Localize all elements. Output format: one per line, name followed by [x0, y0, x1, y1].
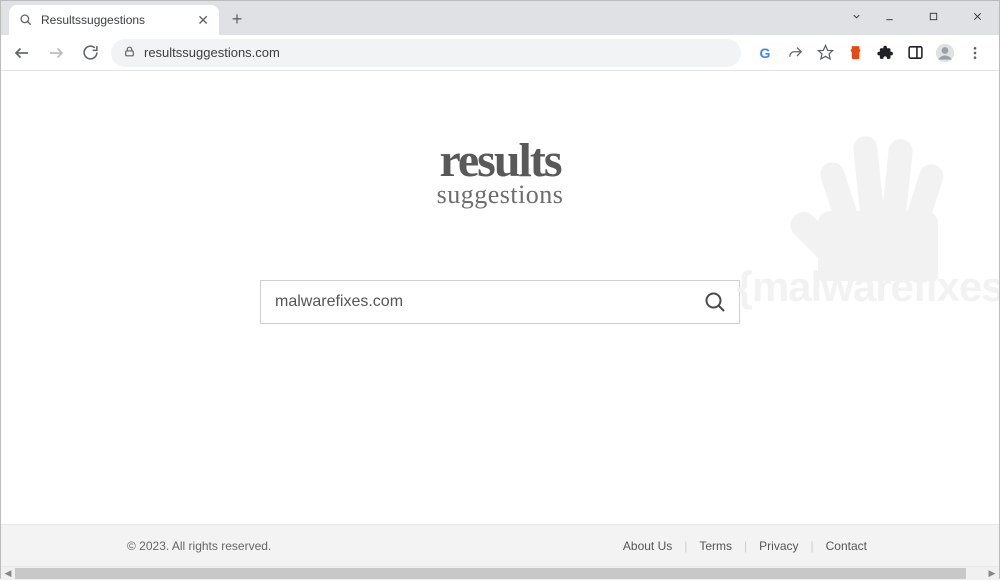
footer-link-privacy[interactable]: Privacy [747, 539, 810, 553]
copyright-text: © 2023. All rights reserved. [127, 539, 611, 553]
site-logo: results suggestions [1, 71, 999, 210]
new-tab-button[interactable]: + [223, 5, 251, 33]
address-bar[interactable]: resultssuggestions.com [111, 39, 741, 67]
scroll-track[interactable] [15, 567, 985, 581]
browser-tab[interactable]: Resultssuggestions ✕ [9, 5, 219, 35]
browser-toolbar: resultssuggestions.com G [1, 35, 999, 71]
url-text: resultssuggestions.com [144, 45, 280, 60]
footer-link-terms[interactable]: Terms [687, 539, 744, 553]
toolbar-icons: G [749, 43, 991, 63]
tab-title: Resultssuggestions [41, 13, 189, 27]
scroll-right-arrow[interactable]: ▶ [985, 567, 999, 581]
scroll-left-arrow[interactable]: ◀ [1, 567, 15, 581]
close-window-button[interactable] [955, 1, 999, 31]
close-tab-icon[interactable]: ✕ [197, 13, 209, 27]
magnifier-icon [19, 13, 33, 27]
back-button[interactable] [9, 40, 35, 66]
search-box[interactable] [260, 280, 740, 324]
side-panel-icon[interactable] [905, 43, 925, 63]
scroll-thumb[interactable] [15, 568, 966, 579]
kebab-menu-icon[interactable] [965, 43, 985, 63]
page-footer: © 2023. All rights reserved. About Us | … [1, 524, 999, 566]
footer-link-contact[interactable]: Contact [814, 539, 879, 553]
minimize-button[interactable] [867, 1, 911, 31]
forward-button[interactable] [43, 40, 69, 66]
search-button[interactable] [701, 288, 729, 316]
search-input[interactable] [275, 293, 701, 311]
extensions-puzzle-icon[interactable] [875, 43, 895, 63]
logo-main-text: results [1, 139, 999, 182]
google-icon[interactable]: G [755, 43, 775, 63]
horizontal-scrollbar[interactable]: ◀ ▶ [1, 566, 999, 580]
lock-icon [123, 45, 136, 61]
footer-link-about[interactable]: About Us [611, 539, 684, 553]
footer-links: About Us | Terms | Privacy | Contact [611, 539, 879, 553]
reload-button[interactable] [77, 40, 103, 66]
bookmark-star-icon[interactable] [815, 43, 835, 63]
chevron-down-icon[interactable] [845, 1, 867, 31]
window-titlebar: Resultssuggestions ✕ + [1, 1, 999, 35]
window-controls [845, 1, 999, 31]
share-icon[interactable] [785, 43, 805, 63]
page-content: {malwarefixes} results suggestions [1, 71, 999, 524]
extension-badge-icon[interactable] [845, 43, 865, 63]
watermark-text: {malwarefixes} [736, 263, 999, 311]
profile-avatar-icon[interactable] [935, 43, 955, 63]
logo-sub-text: suggestions [1, 180, 999, 210]
maximize-button[interactable] [911, 1, 955, 31]
